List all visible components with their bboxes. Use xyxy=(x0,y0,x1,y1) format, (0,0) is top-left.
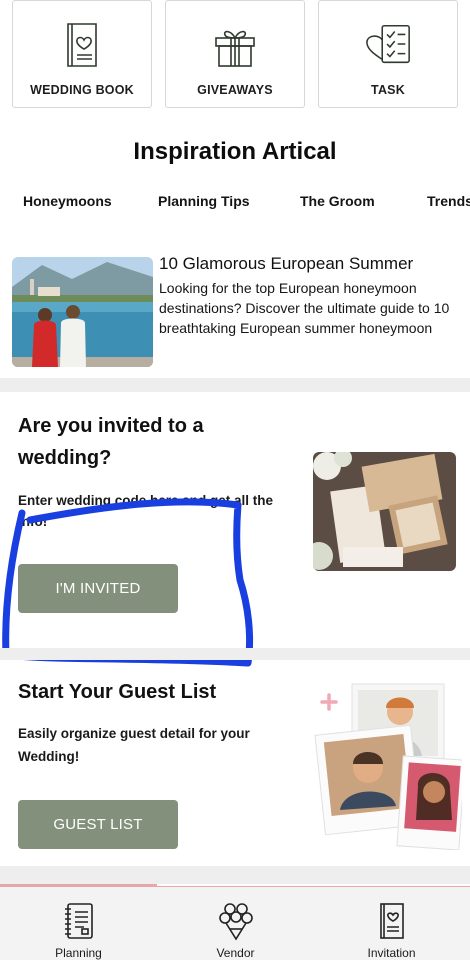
invite-subtitle: Enter wedding code here and get all the … xyxy=(18,493,274,529)
article-card[interactable]: 10 Glamorous European Summer Looking for… xyxy=(12,254,470,367)
section-divider xyxy=(0,378,470,392)
section-divider xyxy=(0,866,470,884)
giveaways-card[interactable]: GIVEAWAYS xyxy=(165,0,305,108)
invite-title: Are you invited to a wedding? xyxy=(18,415,204,469)
task-card[interactable]: TASK xyxy=(318,0,458,108)
im-invited-button[interactable]: I'M INVITED xyxy=(18,564,178,613)
nav-label-planning: Planning xyxy=(55,946,102,960)
tab-planning-tips[interactable]: Planning Tips xyxy=(158,193,250,209)
inspiration-title: Inspiration Artical xyxy=(133,138,337,165)
guest-list-button[interactable]: GUEST LIST xyxy=(18,800,178,849)
article-description: Looking for the top European honeymoon d… xyxy=(159,280,450,336)
inspiration-tabs: Honeymoons Planning Tips The Groom Trend… xyxy=(0,193,470,213)
gift-icon xyxy=(210,19,260,71)
invitation-card-icon xyxy=(372,901,412,941)
top-feature-cards: WEDDING BOOK GIVEAWAYS TASK xyxy=(12,0,458,110)
planner-notebook-icon xyxy=(59,901,99,941)
wedding-book-label: WEDDING BOOK xyxy=(30,83,134,97)
wedding-book-icon xyxy=(57,19,107,71)
article-title: 10 Glamorous European Summer xyxy=(159,254,414,273)
nav-item-vendor[interactable]: Vendor xyxy=(157,887,314,960)
nav-item-planning[interactable]: Planning xyxy=(0,887,157,960)
task-checklist-icon xyxy=(363,19,413,71)
tab-trends[interactable]: Trends xyxy=(427,193,470,209)
wedding-book-card[interactable]: WEDDING BOOK xyxy=(12,0,152,108)
task-label: TASK xyxy=(371,83,405,97)
tab-honeymoons[interactable]: Honeymoons xyxy=(23,193,112,209)
section-divider xyxy=(0,648,470,660)
nav-label-invitation: Invitation xyxy=(367,946,416,960)
guest-list-subtitle: Easily organize guest detail for your We… xyxy=(18,726,250,764)
invitation-photo xyxy=(313,452,456,571)
tab-the-groom[interactable]: The Groom xyxy=(300,193,375,209)
bottom-navigation: Planning Vendor Invitation xyxy=(0,884,470,960)
guest-list-title: Start Your Guest List xyxy=(18,681,217,703)
guest-photos-illustration xyxy=(312,680,466,851)
nav-label-vendor: Vendor xyxy=(216,946,255,960)
nav-item-invitation[interactable]: Invitation xyxy=(313,887,470,960)
article-thumbnail xyxy=(12,257,153,367)
giveaways-label: GIVEAWAYS xyxy=(197,83,273,97)
bouquet-icon xyxy=(216,901,256,941)
